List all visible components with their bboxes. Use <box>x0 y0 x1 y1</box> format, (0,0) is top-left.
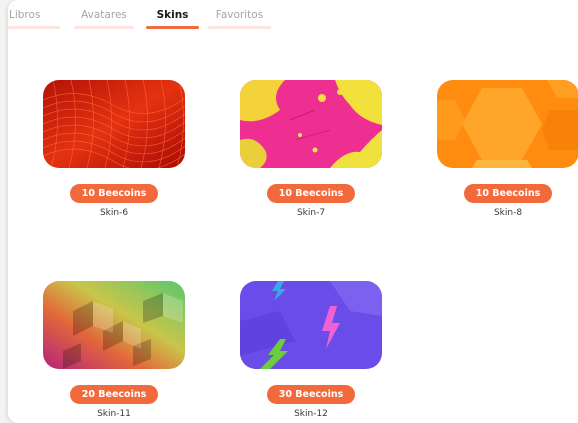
tab-libros-underline <box>8 26 60 29</box>
skin-name: Skin-8 <box>493 208 523 218</box>
orange-hexagon-thumbnail[interactable] <box>437 80 578 168</box>
purple-lightning-thumbnail[interactable] <box>240 281 382 369</box>
red-wave-mesh-thumbnail[interactable] <box>43 80 185 168</box>
skin-name: Skin-12 <box>294 409 328 419</box>
gradient-blocks-thumbnail[interactable] <box>43 281 185 369</box>
skins-panel: Libros Avatares Skins Favoritos 10 Beeco… <box>8 0 578 423</box>
skin-card[interactable]: 20 Beecoins Skin-11 <box>43 281 185 419</box>
tab-libros-label: Libros <box>9 9 41 21</box>
buy-button[interactable]: 10 Beecoins <box>463 184 553 203</box>
tab-avatares-underline <box>74 26 134 29</box>
tab-skins-label: Skins <box>156 9 189 21</box>
skin-name: Skin-7 <box>296 208 326 218</box>
tab-skins-underline <box>146 26 199 29</box>
pink-yellow-splatter-thumbnail[interactable] <box>240 80 382 168</box>
buy-button[interactable]: 20 Beecoins <box>69 385 159 404</box>
skin-card[interactable]: 30 Beecoins Skin-12 <box>240 281 382 419</box>
tab-bar: Libros Avatares Skins Favoritos <box>8 0 578 32</box>
tab-libros[interactable]: Libros <box>8 8 60 32</box>
buy-button[interactable]: 10 Beecoins <box>266 184 356 203</box>
buy-button[interactable]: 10 Beecoins <box>69 184 159 203</box>
skin-name: Skin-6 <box>99 208 129 218</box>
tab-skins[interactable]: Skins <box>146 8 199 32</box>
skin-card[interactable]: 10 Beecoins Skin-7 <box>240 80 382 218</box>
skin-card[interactable]: 10 Beecoins Skin-8 <box>437 80 578 218</box>
buy-button[interactable]: 30 Beecoins <box>266 385 356 404</box>
tab-favoritos[interactable]: Favoritos <box>208 8 271 32</box>
tab-favoritos-label: Favoritos <box>215 9 264 21</box>
skin-name: Skin-11 <box>97 409 131 419</box>
tab-avatares-label: Avatares <box>81 9 127 21</box>
tab-avatares[interactable]: Avatares <box>74 8 134 32</box>
skin-card[interactable]: 10 Beecoins Skin-6 <box>43 80 185 218</box>
tab-favoritos-underline <box>208 26 271 29</box>
